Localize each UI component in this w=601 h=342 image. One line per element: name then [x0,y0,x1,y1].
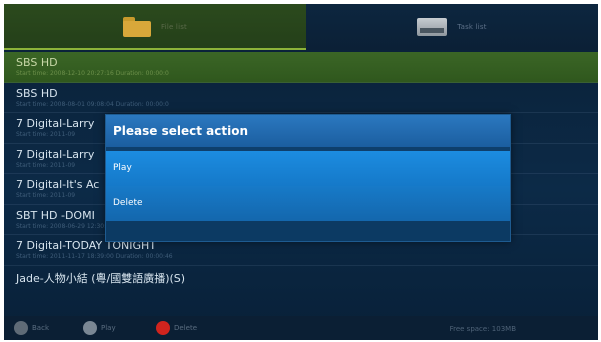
play-hint-label: Play [101,324,116,332]
delete-hint[interactable]: Delete [156,321,197,335]
tab-bar: File list Task list [4,4,598,50]
bottom-hint-bar: Back Play Delete Free space: 103MB [4,316,598,340]
list-item[interactable]: SBS HD Start time: 2008-12-10 20:27:16 D… [4,52,598,83]
recording-title: Jade-人物小結 (粵/國雙語廣播)(S) [16,271,186,285]
folder-icon [122,17,151,37]
recording-title: 7 Digital-Larry [16,147,95,161]
recording-meta: Start time: 2011-11-17 18:39:00 Duration… [16,253,173,260]
recording-title: SBS HD [16,56,58,69]
tab-task-list-label: Task list [457,23,487,31]
screen: File list Task list SBS HD Start time: 2… [0,0,601,342]
recording-title: SBT HD -DOMI [16,208,95,222]
task-list-icon [417,18,448,36]
play-hint[interactable]: Play [83,321,116,335]
play-option[interactable]: Play [106,151,510,186]
recording-meta: Start time: 2011-09 [16,192,76,199]
dialog-footer [106,221,510,241]
back-hint[interactable]: Back [14,321,49,335]
active-tab-indicator [4,48,306,50]
list-item[interactable]: Jade-人物小結 (粵/國雙語廣播)(S) [4,266,598,297]
red-button-icon [156,321,170,335]
recording-title: 7 Digital-It's Ac [16,178,100,191]
recording-title: SBS HD [16,86,58,100]
dialog-title: Please select action [106,115,510,147]
recording-meta: Start time: 2008-08-01 09:08:04 Duration… [16,100,169,108]
delete-hint-label: Delete [174,324,197,332]
tab-file-list[interactable]: File list [4,4,306,50]
free-space-label: Free space: 103MB [449,325,516,333]
recording-title: 7 Digital-Larry [16,117,95,130]
delete-option[interactable]: Delete [106,186,510,221]
tab-file-list-label: File list [160,23,188,31]
ok-button-icon [14,321,28,335]
recording-meta: Start time: 2008-12-10 20:27:16 Duration… [16,70,169,77]
recording-meta: Start time: 2011-09 [16,131,76,138]
action-dialog: Please select action Play Delete [105,114,511,242]
tab-task-list[interactable]: Task list [306,4,598,50]
play-button-icon [83,321,97,335]
recording-meta: Start time: 2011-09 [16,161,76,169]
pvr-file-manager: File list Task list SBS HD Start time: 2… [4,4,598,340]
list-item[interactable]: SBS HD Start time: 2008-08-01 09:08:04 D… [4,83,598,113]
back-hint-label: Back [32,324,49,332]
